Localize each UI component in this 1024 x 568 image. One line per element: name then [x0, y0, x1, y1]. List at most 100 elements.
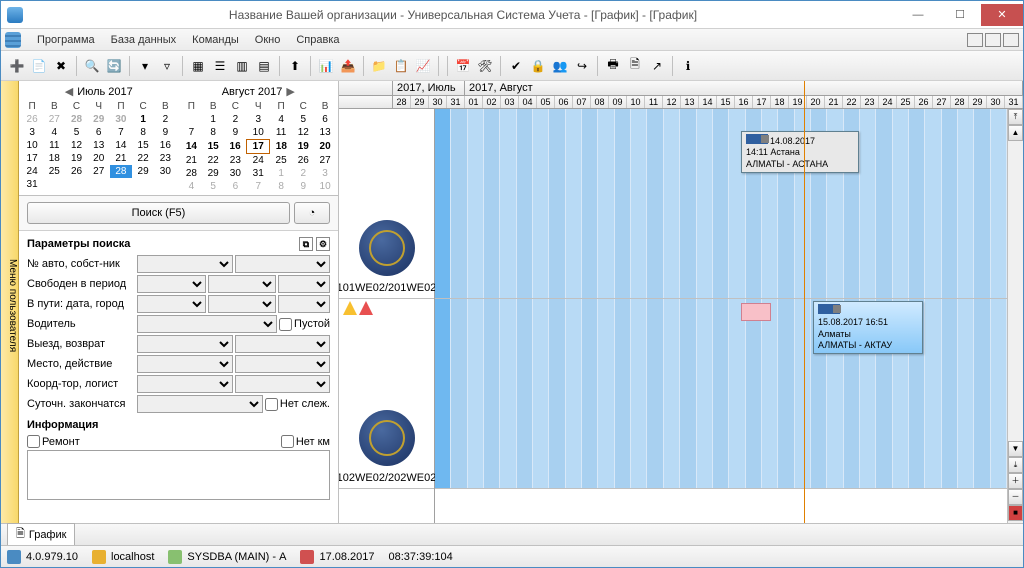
- day-header[interactable]: 20: [807, 96, 825, 108]
- nokm-checkbox[interactable]: Нет км: [281, 435, 330, 448]
- scroll-add[interactable]: ＋: [1008, 473, 1023, 489]
- day-header[interactable]: 12: [663, 96, 681, 108]
- tb-sort[interactable]: ▤: [254, 56, 274, 76]
- param-checkbox[interactable]: Пустой: [279, 318, 330, 331]
- calendar-day[interactable]: 18: [270, 140, 293, 154]
- gantt-task[interactable]: 15.08.2017 16:51АлматыАЛМАТЫ - АКТАУ: [813, 301, 923, 354]
- gantt-bar[interactable]: [741, 303, 771, 321]
- calendar-day[interactable]: 22: [202, 154, 224, 168]
- day-header[interactable]: 28: [951, 96, 969, 108]
- calendar-day[interactable]: [154, 178, 176, 191]
- tb-group[interactable]: ▦: [188, 56, 208, 76]
- calendar-day[interactable]: 4: [270, 113, 293, 126]
- gantt-task[interactable]: 14.08.201714:11 АстанаАЛМАТЫ - АСТАНА: [741, 131, 859, 173]
- param-select-1[interactable]: [137, 315, 277, 333]
- calendar-day[interactable]: 17: [21, 152, 43, 165]
- param-select-1[interactable]: [137, 275, 206, 293]
- calendar-day[interactable]: 30: [224, 167, 247, 180]
- calendar-day[interactable]: [43, 178, 65, 191]
- calendar-day[interactable]: 6: [314, 113, 336, 126]
- day-header[interactable]: 29: [969, 96, 987, 108]
- tb-info[interactable]: ℹ: [678, 56, 698, 76]
- menu-window[interactable]: Окно: [247, 32, 289, 48]
- tb-lock[interactable]: 🔒: [528, 56, 548, 76]
- day-header[interactable]: 06: [555, 96, 573, 108]
- resource-row[interactable]: 101WE02/201WE02: [339, 109, 434, 299]
- day-header[interactable]: 10: [627, 96, 645, 108]
- tb-print[interactable]: 🖶: [603, 56, 623, 76]
- param-select-3[interactable]: [278, 295, 330, 313]
- calendar-day[interactable]: 28: [65, 113, 87, 126]
- tb-preview[interactable]: 🗎: [625, 56, 645, 76]
- day-header[interactable]: 07: [573, 96, 591, 108]
- minimize-button[interactable]: —: [897, 4, 939, 26]
- tb-ok[interactable]: ✔: [506, 56, 526, 76]
- calendar-day[interactable]: 15: [202, 140, 224, 154]
- calendar-day[interactable]: 10: [314, 180, 336, 193]
- param-select-1[interactable]: [137, 335, 233, 353]
- tb-tools[interactable]: 🛠: [475, 56, 495, 76]
- day-header[interactable]: 14: [699, 96, 717, 108]
- param-select-2[interactable]: [235, 355, 331, 373]
- calendar-day[interactable]: 1: [132, 113, 154, 126]
- cal-prev[interactable]: ◀: [65, 85, 73, 98]
- day-header[interactable]: 27: [933, 96, 951, 108]
- calendar-day[interactable]: 11: [43, 139, 65, 152]
- day-header[interactable]: 29: [411, 96, 429, 108]
- param-select-3[interactable]: [278, 275, 330, 293]
- scroll-home[interactable]: ⤒: [1008, 109, 1023, 125]
- day-header[interactable]: 25: [897, 96, 915, 108]
- calendar-day[interactable]: 10: [247, 126, 270, 140]
- calendar-day[interactable]: 20: [88, 152, 110, 165]
- day-header[interactable]: 16: [735, 96, 753, 108]
- day-header[interactable]: 30: [429, 96, 447, 108]
- tb-calendar[interactable]: 📅: [453, 56, 473, 76]
- calendar-day[interactable]: 8: [270, 180, 293, 193]
- day-header[interactable]: 28: [393, 96, 411, 108]
- calendar-day[interactable]: 5: [292, 113, 314, 126]
- day-header[interactable]: 24: [879, 96, 897, 108]
- calendar-day[interactable]: 13: [88, 139, 110, 152]
- mdi-minimize[interactable]: [967, 33, 983, 47]
- day-header[interactable]: 31: [447, 96, 465, 108]
- calendar-day[interactable]: 12: [65, 139, 87, 152]
- day-header[interactable]: 04: [519, 96, 537, 108]
- calendar-day[interactable]: 28: [110, 165, 132, 178]
- user-menu-tab[interactable]: Меню пользователя: [1, 81, 19, 523]
- param-select-1[interactable]: [137, 355, 233, 373]
- calendar-day[interactable]: 27: [88, 165, 110, 178]
- scroll-end[interactable]: ⤓: [1008, 457, 1023, 473]
- gauge-button[interactable]: ◔: [294, 202, 330, 224]
- tb-folder[interactable]: 📁: [369, 56, 389, 76]
- day-header[interactable]: 17: [753, 96, 771, 108]
- tb-delete[interactable]: ✖: [51, 56, 71, 76]
- tb-copy[interactable]: 📄: [29, 56, 49, 76]
- param-select-1[interactable]: [137, 395, 263, 413]
- calendar-day[interactable]: 15: [132, 139, 154, 152]
- calendar-day[interactable]: [88, 178, 110, 191]
- tb-filter-clear[interactable]: ▿: [157, 56, 177, 76]
- calendar-day[interactable]: 28: [181, 167, 203, 180]
- repair-checkbox[interactable]: Ремонт: [27, 435, 80, 448]
- day-header[interactable]: 18: [771, 96, 789, 108]
- calendar-day[interactable]: 1: [270, 167, 293, 180]
- copy-icon[interactable]: ⧉: [299, 237, 313, 251]
- calendar-day[interactable]: 9: [154, 126, 176, 139]
- param-checkbox[interactable]: Нет слеж.: [265, 398, 330, 411]
- calendar-day[interactable]: 5: [202, 180, 224, 193]
- cal-next[interactable]: ▶: [286, 85, 294, 98]
- calendar-day[interactable]: 23: [154, 152, 176, 165]
- calendar-day[interactable]: 2: [224, 113, 247, 126]
- menu-database[interactable]: База данных: [103, 32, 185, 48]
- calendar-day[interactable]: 26: [292, 154, 314, 168]
- param-select-1[interactable]: [137, 255, 233, 273]
- day-header[interactable]: 01: [465, 96, 483, 108]
- day-header[interactable]: 19: [789, 96, 807, 108]
- calendar-day[interactable]: 24: [21, 165, 43, 178]
- calendar-day[interactable]: 25: [43, 165, 65, 178]
- calendar-day[interactable]: 5: [65, 126, 87, 139]
- calendar-day[interactable]: 9: [224, 126, 247, 140]
- menu-help[interactable]: Справка: [288, 32, 347, 48]
- calendar-day[interactable]: 7: [247, 180, 270, 193]
- calendar-day[interactable]: 29: [88, 113, 110, 126]
